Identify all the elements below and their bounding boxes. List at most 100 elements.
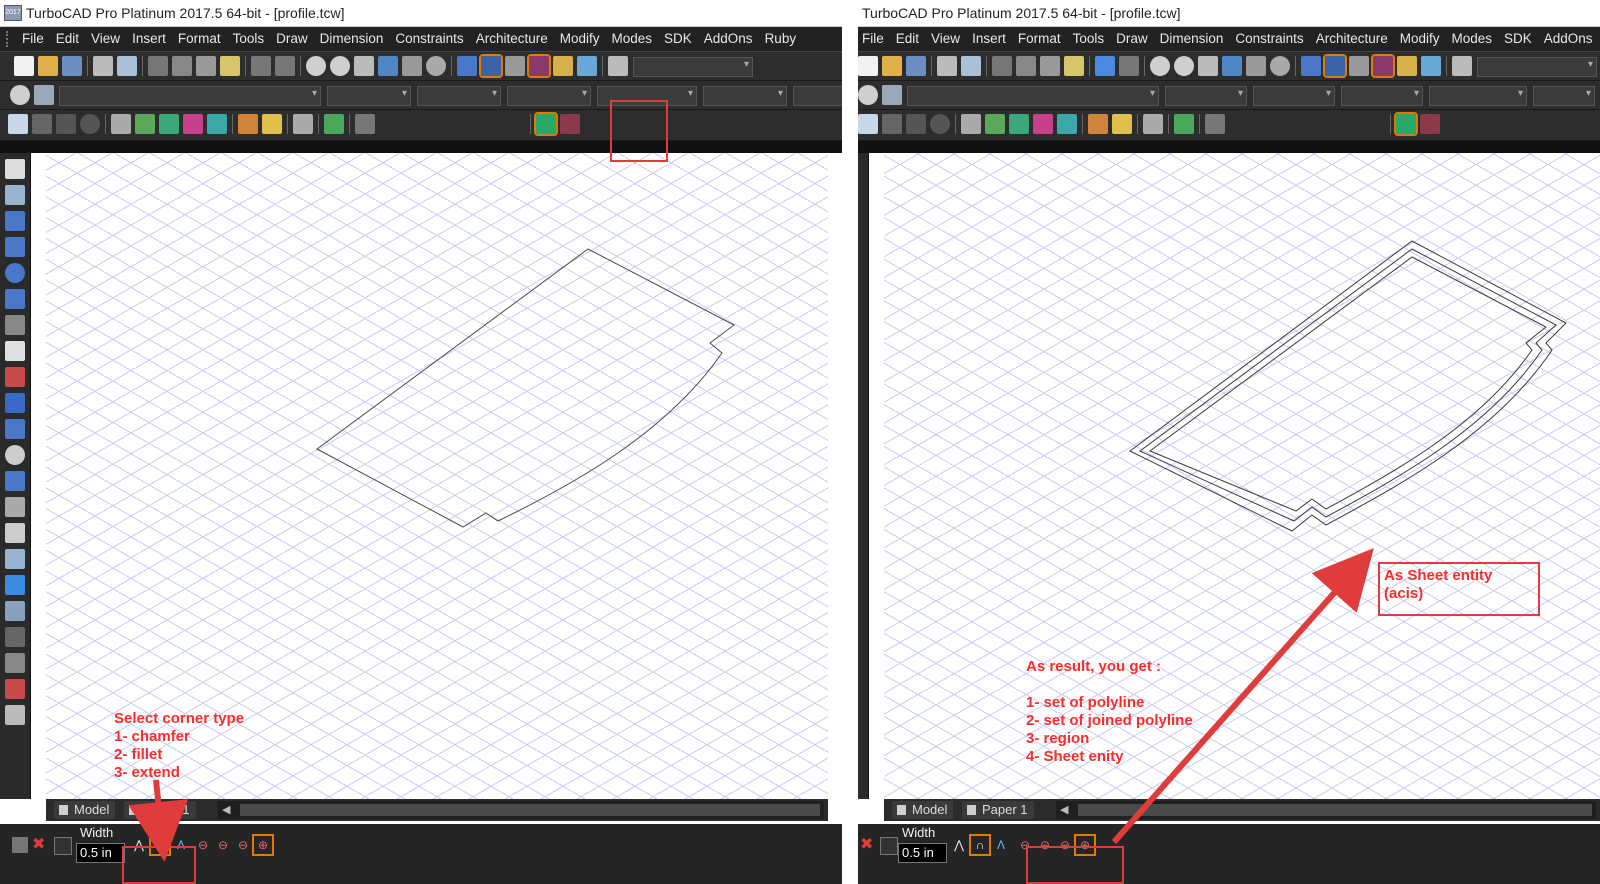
menu-modify[interactable]: Modify [554, 27, 606, 51]
insert-picture-icon[interactable] [159, 114, 179, 134]
zoom-window-icon[interactable] [354, 56, 374, 76]
insert-image-icon[interactable] [135, 114, 155, 134]
menu-tools[interactable]: Tools [227, 27, 271, 51]
spell-check-icon[interactable] [457, 56, 477, 76]
insert-folder-icon[interactable] [262, 114, 282, 134]
line-tool-icon[interactable] [5, 211, 25, 231]
scroll-left-icon[interactable]: ◀ [222, 801, 230, 819]
tab-model[interactable]: Model [892, 801, 954, 819]
pen-width-combo[interactable] [1341, 86, 1423, 106]
3d-object-icon[interactable] [5, 445, 25, 465]
insert-object-icon[interactable] [183, 114, 203, 134]
insert-object-icon[interactable] [1033, 114, 1053, 134]
dimension-tool-icon[interactable] [5, 523, 25, 543]
named-views-icon[interactable] [426, 56, 446, 76]
menu-architecture[interactable]: Architecture [470, 27, 554, 51]
horizontal-scrollbar[interactable]: ◀ [1056, 801, 1596, 819]
extend-corner-icon[interactable]: Λ [992, 836, 1010, 854]
joined-polyline-output-icon[interactable]: ⊖ [214, 836, 232, 854]
menu-dimension[interactable]: Dimension [314, 27, 390, 51]
layers-icon[interactable] [527, 54, 551, 78]
menu-modify[interactable]: Modify [1394, 27, 1446, 51]
cancel-icon[interactable]: ✖ [860, 837, 876, 853]
select-icon[interactable] [5, 159, 25, 179]
menu-view[interactable]: View [85, 27, 126, 51]
new-file-icon[interactable] [14, 56, 34, 76]
menu-ruby[interactable]: Ruby [759, 27, 803, 51]
cloud-icon[interactable] [8, 114, 28, 134]
named-views-icon[interactable] [1270, 56, 1290, 76]
redraw-icon[interactable] [402, 56, 422, 76]
gear-cloud-icon[interactable] [32, 114, 52, 134]
circle-tool-icon[interactable] [930, 114, 950, 134]
menu-insert[interactable]: Insert [966, 27, 1012, 51]
menu-draw[interactable]: Draw [1110, 27, 1154, 51]
viewport-icon[interactable] [5, 601, 25, 621]
zoom-extents-icon[interactable] [1222, 56, 1242, 76]
menu-format[interactable]: Format [1012, 27, 1067, 51]
zoom-in-icon[interactable] [1150, 56, 1170, 76]
gear-settings-icon[interactable] [5, 575, 25, 595]
pen-width-combo[interactable] [507, 86, 591, 106]
spell-check-icon[interactable] [1301, 56, 1321, 76]
menu-addons[interactable]: AddOns [1538, 27, 1599, 51]
design-director-icon[interactable] [1397, 56, 1417, 76]
zoom-window-icon[interactable] [1198, 56, 1218, 76]
horizontal-scrollbar[interactable]: ◀ [218, 801, 824, 819]
cloud-disabled-icon[interactable] [56, 114, 76, 134]
insert-symbol-icon[interactable] [5, 367, 25, 387]
menu-sdk[interactable]: SDK [658, 27, 698, 51]
match-properties-icon[interactable] [1064, 56, 1084, 76]
layers-icon[interactable] [1371, 54, 1395, 78]
zoom-in-icon[interactable] [306, 56, 326, 76]
layer-combo[interactable] [59, 86, 321, 106]
redraw-icon[interactable] [1246, 56, 1266, 76]
options-icon[interactable] [880, 837, 898, 855]
layers-stack-icon[interactable] [882, 85, 902, 105]
line-scale-combo[interactable] [703, 86, 787, 106]
drawing-canvas-right[interactable] [884, 153, 1600, 799]
cloud-disabled-icon[interactable] [906, 114, 926, 134]
menu-file[interactable]: File [16, 27, 50, 51]
select-arrow-icon[interactable] [961, 114, 981, 134]
cut-icon[interactable] [992, 56, 1012, 76]
insert-landscape-icon[interactable] [324, 114, 344, 134]
menu-addons[interactable]: AddOns [698, 27, 759, 51]
insert-block-icon[interactable] [1057, 114, 1077, 134]
hatch-icon[interactable] [5, 393, 25, 413]
copy-icon[interactable] [172, 56, 192, 76]
new-file-icon[interactable] [858, 56, 878, 76]
offset-region-icon[interactable] [1420, 114, 1440, 134]
undo-icon[interactable] [1095, 56, 1115, 76]
insert-block-icon[interactable] [207, 114, 227, 134]
surface-icon[interactable] [5, 471, 25, 491]
color-combo[interactable] [1165, 86, 1247, 106]
edit-nodes-icon[interactable] [5, 185, 25, 205]
paste-icon[interactable] [196, 56, 216, 76]
tab-paper-1[interactable]: Paper 1 [124, 801, 196, 819]
layer-combo[interactable] [907, 86, 1159, 106]
color-combo[interactable] [327, 86, 411, 106]
offset-region-icon[interactable] [560, 114, 580, 134]
insert-page-icon[interactable] [1143, 114, 1163, 134]
print-icon[interactable] [93, 56, 113, 76]
redo-icon[interactable] [275, 56, 295, 76]
insert-picture-icon[interactable] [1009, 114, 1029, 134]
width-field[interactable]: 0.5 in [76, 843, 125, 863]
chamfer-corner-icon[interactable]: ⋀ [950, 836, 968, 854]
insert-image-icon[interactable] [985, 114, 1005, 134]
design-director-icon[interactable] [553, 56, 573, 76]
cancel-icon[interactable]: ✖ [32, 837, 48, 853]
save-icon[interactable] [906, 56, 926, 76]
property-combo-extra[interactable] [793, 86, 842, 106]
array-icon[interactable] [5, 497, 25, 517]
menu-view[interactable]: View [925, 27, 966, 51]
text-draw-icon[interactable] [5, 341, 25, 361]
fillet-corner-icon[interactable]: ∩ [969, 834, 991, 856]
menu-modes[interactable]: Modes [605, 27, 658, 51]
scroll-left-icon[interactable]: ◀ [1060, 801, 1068, 819]
save-icon[interactable] [62, 56, 82, 76]
menu-constraints[interactable]: Constraints [389, 27, 469, 51]
cloud-icon[interactable] [858, 114, 878, 134]
scroll-thumb[interactable] [1078, 804, 1592, 816]
